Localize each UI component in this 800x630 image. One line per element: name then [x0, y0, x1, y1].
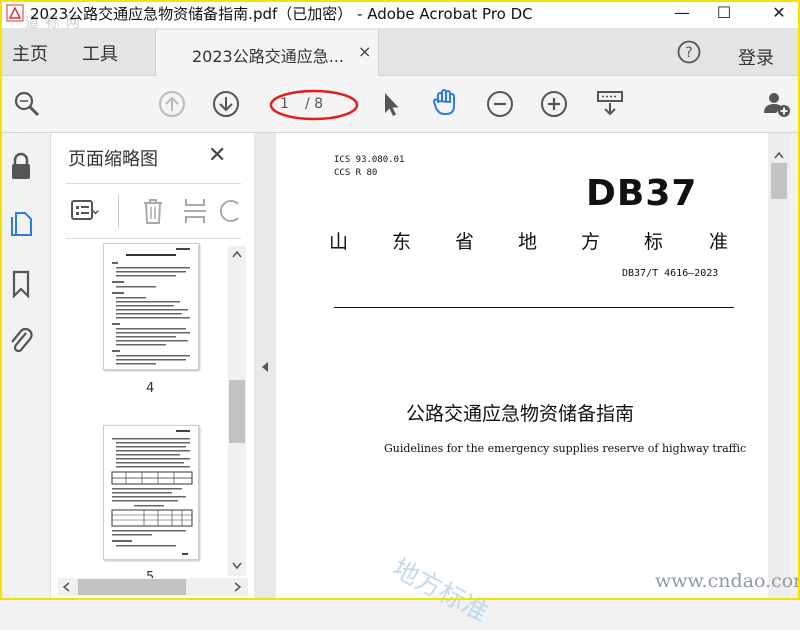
header-rule	[334, 307, 734, 308]
thumbnail-5-content	[111, 430, 193, 555]
thumbnail-panel: 页面缩略图 ✕ 4 5	[51, 133, 255, 600]
thumbnail-scroll-thumb[interactable]	[229, 380, 245, 443]
thumbnail-horizontal-scrollbar[interactable]	[58, 578, 248, 596]
zoom-out-icon[interactable]	[485, 89, 515, 119]
close-window-button[interactable]: ✕	[765, 2, 793, 24]
db-label: DB37	[586, 173, 698, 214]
ics-code: ICS 93.080.01	[334, 155, 405, 165]
document-scroll-thumb[interactable]	[771, 163, 787, 199]
red-annotation-ellipse	[269, 89, 359, 121]
next-page-icon[interactable]	[211, 89, 241, 119]
doc-scroll-up-arrow-icon[interactable]	[774, 151, 784, 159]
thumbnail-tools	[66, 183, 241, 239]
menu-tools[interactable]: 工具	[82, 40, 118, 66]
document-title-en: Guidelines for the emergency supplies re…	[384, 442, 747, 455]
tool-separator	[118, 194, 119, 228]
zoom-search-icon[interactable]	[12, 89, 42, 119]
document-scrollbar[interactable]	[768, 133, 790, 600]
thumbnail-list: 4 5	[66, 241, 226, 581]
horizontal-scroll-thumb[interactable]	[78, 579, 186, 595]
help-icon[interactable]: ?	[677, 40, 701, 64]
zoom-in-icon[interactable]	[539, 89, 569, 119]
document-tab-label: 2023公路交通应急...	[192, 47, 344, 66]
window-title: 2023公路交通应急物资储备指南.pdf（已加密） - Adobe Acroba…	[30, 5, 533, 23]
bookmark-icon[interactable]	[8, 269, 34, 299]
thumbnail-number-4: 4	[146, 381, 155, 396]
standard-number: DB37/T 4616—2023	[622, 268, 719, 279]
province-standard-heading: 山 东 省 地 方 标 准	[329, 227, 739, 253]
heading-char: 方	[581, 231, 601, 253]
panel-close-icon[interactable]: ✕	[208, 143, 226, 168]
attachment-icon[interactable]	[8, 325, 34, 355]
heading-char: 省	[455, 231, 475, 253]
acrobat-app-icon	[6, 4, 24, 22]
login-link[interactable]: 登录	[738, 44, 774, 70]
lock-icon[interactable]	[8, 151, 34, 181]
panel-splitter[interactable]	[254, 133, 276, 600]
heading-char: 准	[709, 231, 729, 253]
heading-char: 山	[329, 231, 349, 253]
extract-page-icon[interactable]	[182, 196, 208, 226]
ccs-code: CCS R 80	[334, 168, 378, 178]
document-tab[interactable]: 2023公路交通应急... ×	[155, 30, 379, 76]
heading-char: 地	[518, 231, 538, 253]
fit-page-icon[interactable]	[595, 89, 625, 119]
minimize-button[interactable]: —	[668, 2, 696, 24]
maximize-button[interactable]: ☐	[710, 2, 738, 24]
svg-text:?: ?	[685, 45, 692, 61]
site-watermark: www.cndao.com	[655, 570, 800, 592]
document-title-cn: 公路交通应急物资储备指南	[406, 403, 635, 425]
collapse-panel-icon[interactable]	[261, 361, 269, 373]
page-thumbnail-4[interactable]	[103, 243, 199, 370]
menu-home[interactable]: 主页	[12, 40, 48, 66]
delete-icon[interactable]	[140, 196, 166, 226]
title-bar: 道 标 网 2023公路交通应急物资储备指南.pdf（已加密） - Adobe …	[0, 0, 800, 31]
page-thumbnails-icon[interactable]	[8, 209, 34, 239]
panel-title: 页面缩略图	[68, 149, 158, 170]
close-tab-icon[interactable]: ×	[358, 42, 371, 61]
scroll-down-arrow-icon[interactable]	[232, 562, 242, 570]
prev-page-icon[interactable]	[157, 89, 187, 119]
thumbnail-4-content	[112, 248, 190, 365]
left-rail	[0, 133, 51, 600]
heading-char: 东	[392, 231, 412, 253]
scroll-left-arrow-icon[interactable]	[62, 582, 70, 592]
scroll-right-arrow-icon[interactable]	[234, 582, 242, 592]
rotate-page-icon[interactable]	[220, 196, 241, 226]
hand-tool-icon[interactable]	[430, 87, 460, 117]
heading-char: 标	[644, 231, 664, 253]
scroll-up-arrow-icon[interactable]	[232, 250, 242, 258]
thumbnail-vertical-scrollbar[interactable]	[228, 246, 246, 576]
share-user-icon[interactable]	[762, 89, 792, 119]
select-cursor-icon[interactable]	[376, 89, 406, 119]
thumbnail-options-icon[interactable]	[71, 198, 99, 224]
document-view[interactable]: ICS 93.080.01 CCS R 80 DB37 山 东 省 地 方 标 …	[276, 133, 768, 600]
page-thumbnail-5[interactable]	[103, 425, 199, 560]
